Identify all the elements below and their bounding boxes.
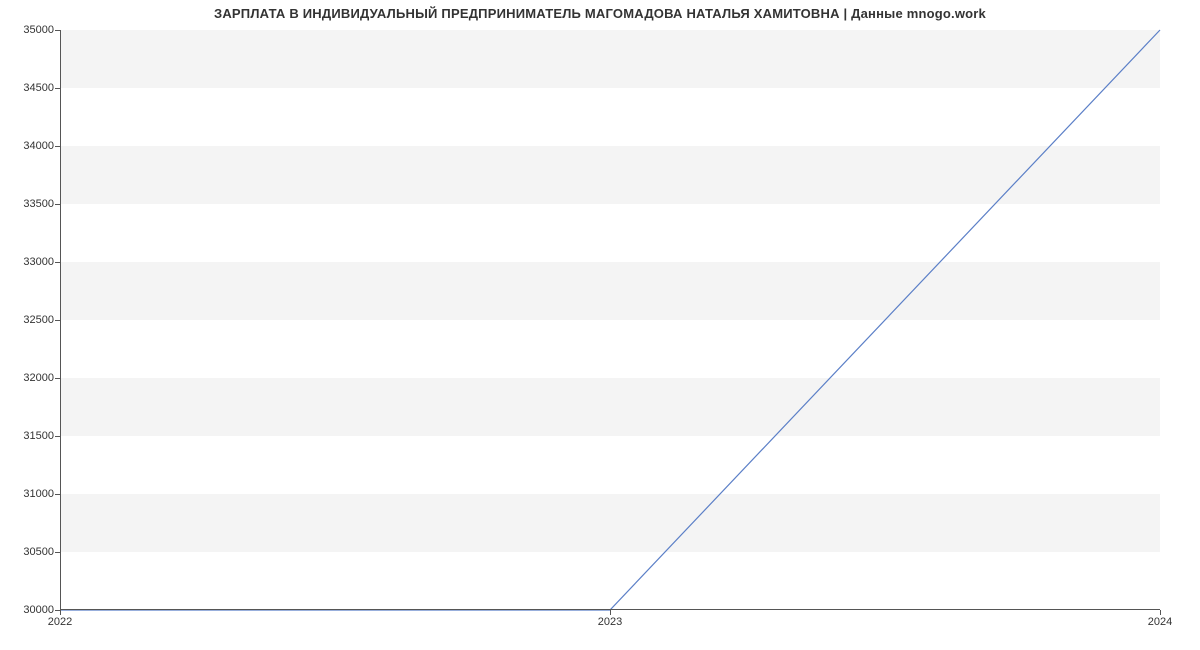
y-tick-label: 31000: [4, 488, 54, 500]
x-tick-label: 2022: [48, 616, 72, 628]
y-tick-label: 30000: [4, 604, 54, 616]
y-tick-label: 32000: [4, 372, 54, 384]
x-tick-label: 2024: [1148, 616, 1172, 628]
y-tick-mark: [55, 320, 60, 321]
chart-title: ЗАРПЛАТА В ИНДИВИДУАЛЬНЫЙ ПРЕДПРИНИМАТЕЛ…: [0, 6, 1200, 21]
y-tick-mark: [55, 204, 60, 205]
y-tick-mark: [55, 146, 60, 147]
x-tick-mark: [60, 610, 61, 615]
line-series: [60, 30, 1160, 610]
y-tick-mark: [55, 436, 60, 437]
y-tick-label: 33000: [4, 256, 54, 268]
y-tick-label: 34500: [4, 82, 54, 94]
x-tick-mark: [610, 610, 611, 615]
y-tick-mark: [55, 88, 60, 89]
y-tick-label: 32500: [4, 314, 54, 326]
y-tick-mark: [55, 552, 60, 553]
y-tick-mark: [55, 494, 60, 495]
plot-area: [60, 30, 1160, 610]
y-tick-mark: [55, 378, 60, 379]
y-tick-label: 31500: [4, 430, 54, 442]
y-tick-label: 33500: [4, 198, 54, 210]
y-tick-label: 34000: [4, 140, 54, 152]
x-tick-label: 2023: [598, 616, 622, 628]
y-tick-label: 30500: [4, 546, 54, 558]
y-axis-line: [60, 30, 61, 610]
chart-container: ЗАРПЛАТА В ИНДИВИДУАЛЬНЫЙ ПРЕДПРИНИМАТЕЛ…: [0, 0, 1200, 650]
y-tick-label: 35000: [4, 24, 54, 36]
y-tick-mark: [55, 30, 60, 31]
y-tick-mark: [55, 262, 60, 263]
x-tick-mark: [1160, 610, 1161, 615]
